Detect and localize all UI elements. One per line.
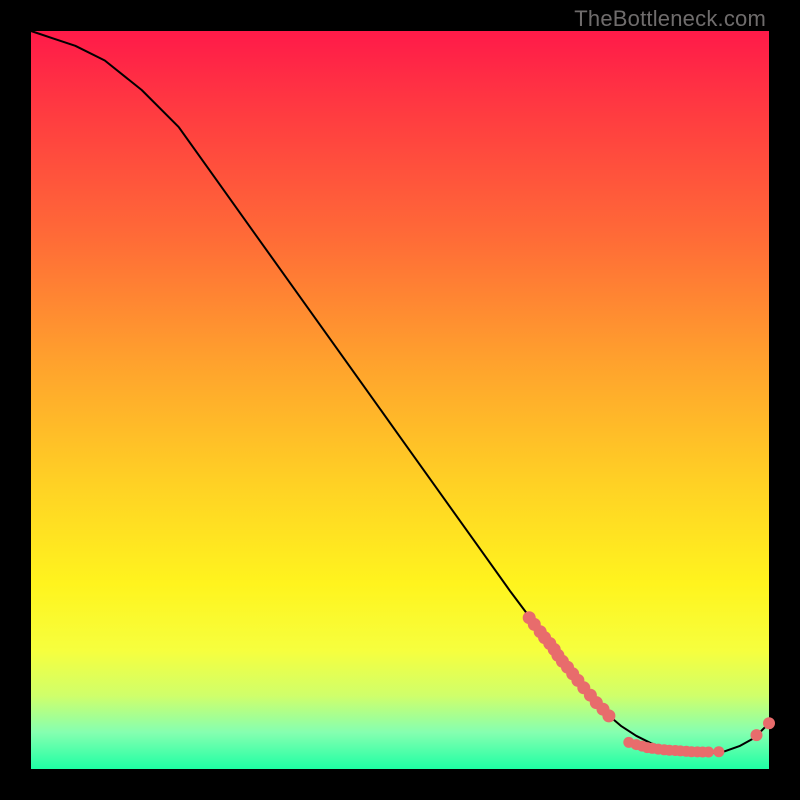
bottleneck-curve	[31, 31, 769, 754]
data-point	[763, 717, 775, 729]
watermark-text: TheBottleneck.com	[574, 6, 766, 32]
data-point	[602, 709, 615, 722]
data-point	[703, 747, 714, 758]
chart-svg	[31, 31, 769, 769]
data-points-group	[523, 611, 775, 757]
data-point	[713, 746, 724, 757]
data-point	[751, 729, 763, 741]
chart-stage: TheBottleneck.com	[0, 0, 800, 800]
